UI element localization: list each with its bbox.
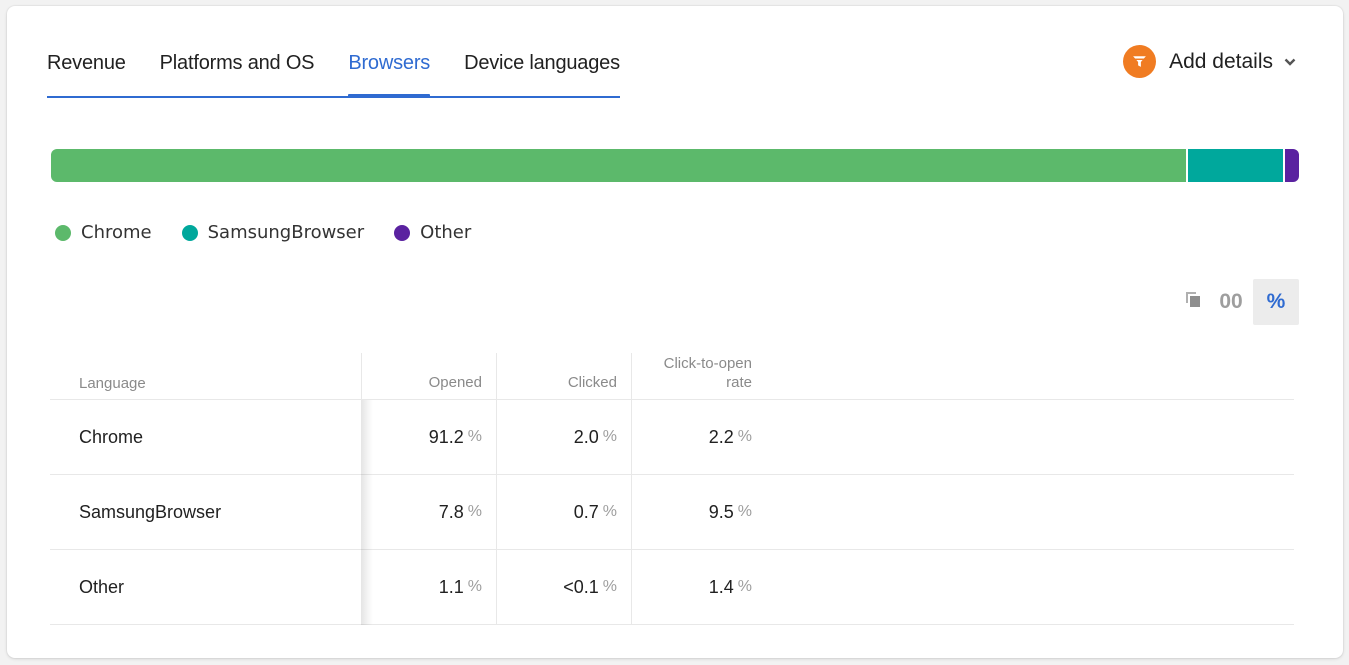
click-to-open-value: 1.4%: [631, 550, 766, 624]
legend-dot-chrome: [55, 224, 71, 241]
legend-label: Chrome: [81, 222, 152, 243]
browser-name: Chrome: [79, 426, 144, 447]
tab-device-languages[interactable]: Device languages: [464, 46, 620, 96]
browsers-report-card: Revenue Platforms and OS Browsers Device…: [7, 6, 1343, 658]
opened-value: 91.2%: [361, 400, 496, 475]
clicked-value: 2.0%: [496, 400, 631, 474]
add-details-button[interactable]: Add details: [1123, 45, 1297, 78]
value: 7.8: [438, 501, 464, 522]
add-details-label: Add details: [1169, 49, 1273, 73]
browsers-table: Language Opened Clicked Click-to-open ra…: [50, 353, 1294, 625]
legend-label: SamsungBrowser: [207, 222, 365, 243]
click-to-open-value: 2.2%: [631, 400, 766, 474]
unit: %: [737, 428, 752, 445]
column-header-opened[interactable]: Opened: [361, 353, 496, 399]
value: <0.1: [563, 576, 599, 597]
clicked-value: <0.1%: [496, 550, 631, 624]
tab-browsers[interactable]: Browsers: [348, 46, 430, 98]
value: 0.7: [573, 501, 599, 522]
bar-segment-samsungbrowser[interactable]: [1188, 149, 1286, 182]
tab-platforms-and-os[interactable]: Platforms and OS: [160, 46, 315, 96]
report-tabs: Revenue Platforms and OS Browsers Device…: [47, 46, 620, 98]
percent-values-button[interactable]: %: [1253, 279, 1299, 325]
copy-button[interactable]: [1177, 279, 1209, 325]
column-header-clicked[interactable]: Clicked: [496, 353, 631, 399]
unit: %: [467, 578, 482, 595]
funnel-icon: [1123, 45, 1157, 78]
column-header-click-to-open-rate[interactable]: Click-to-open rate: [631, 353, 766, 399]
legend-dot-samsungbrowser: [181, 224, 198, 241]
copy-icon: [1184, 290, 1202, 314]
unit: %: [602, 503, 617, 520]
value: 1.1: [438, 576, 464, 597]
value: 91.2: [428, 426, 464, 447]
tab-revenue[interactable]: Revenue: [47, 46, 126, 96]
chart-legend: Chrome SamsungBrowser Other: [55, 222, 501, 243]
table-row: Chrome 91.2% 2.0% 2.2%: [50, 400, 1294, 475]
header-line: Click-to-open: [663, 355, 752, 372]
unit: %: [602, 578, 617, 595]
header-line: rate: [726, 374, 752, 391]
chevron-down-icon: [1283, 55, 1297, 69]
unit: %: [737, 578, 752, 595]
table-row: Other 1.1% <0.1% 1.4%: [50, 550, 1294, 625]
unit: %: [602, 428, 617, 445]
table-row: SamsungBrowser 7.8% 0.7% 9.5%: [50, 475, 1294, 550]
browser-name: SamsungBrowser: [79, 501, 222, 522]
opened-value: 7.8%: [361, 475, 496, 550]
value: 2.2: [708, 426, 734, 447]
absolute-values-button[interactable]: 00: [1209, 279, 1253, 325]
clicked-value: 0.7%: [496, 475, 631, 549]
unit: %: [737, 503, 752, 520]
value: 9.5: [708, 501, 734, 522]
legend-item-other[interactable]: Other: [394, 222, 471, 243]
value-format-toggle: 00 %: [1177, 279, 1299, 325]
legend-item-chrome[interactable]: Chrome: [55, 222, 152, 243]
value: 1.4: [708, 576, 734, 597]
value: 2.0: [573, 426, 599, 447]
unit: %: [467, 428, 482, 445]
legend-item-samsungbrowser[interactable]: SamsungBrowser: [181, 222, 365, 243]
legend-label: Other: [420, 222, 472, 243]
browser-name: Other: [79, 576, 125, 597]
opened-value: 1.1%: [361, 550, 496, 625]
unit: %: [467, 503, 482, 520]
bar-segment-other[interactable]: [1285, 149, 1299, 182]
column-header-language[interactable]: Language: [50, 353, 361, 399]
table-header-row: Language Opened Clicked Click-to-open ra…: [50, 353, 1294, 400]
click-to-open-value: 9.5%: [631, 475, 766, 549]
browser-share-stacked-bar: [51, 149, 1299, 182]
bar-segment-chrome[interactable]: [51, 149, 1189, 182]
legend-dot-other: [394, 224, 411, 241]
